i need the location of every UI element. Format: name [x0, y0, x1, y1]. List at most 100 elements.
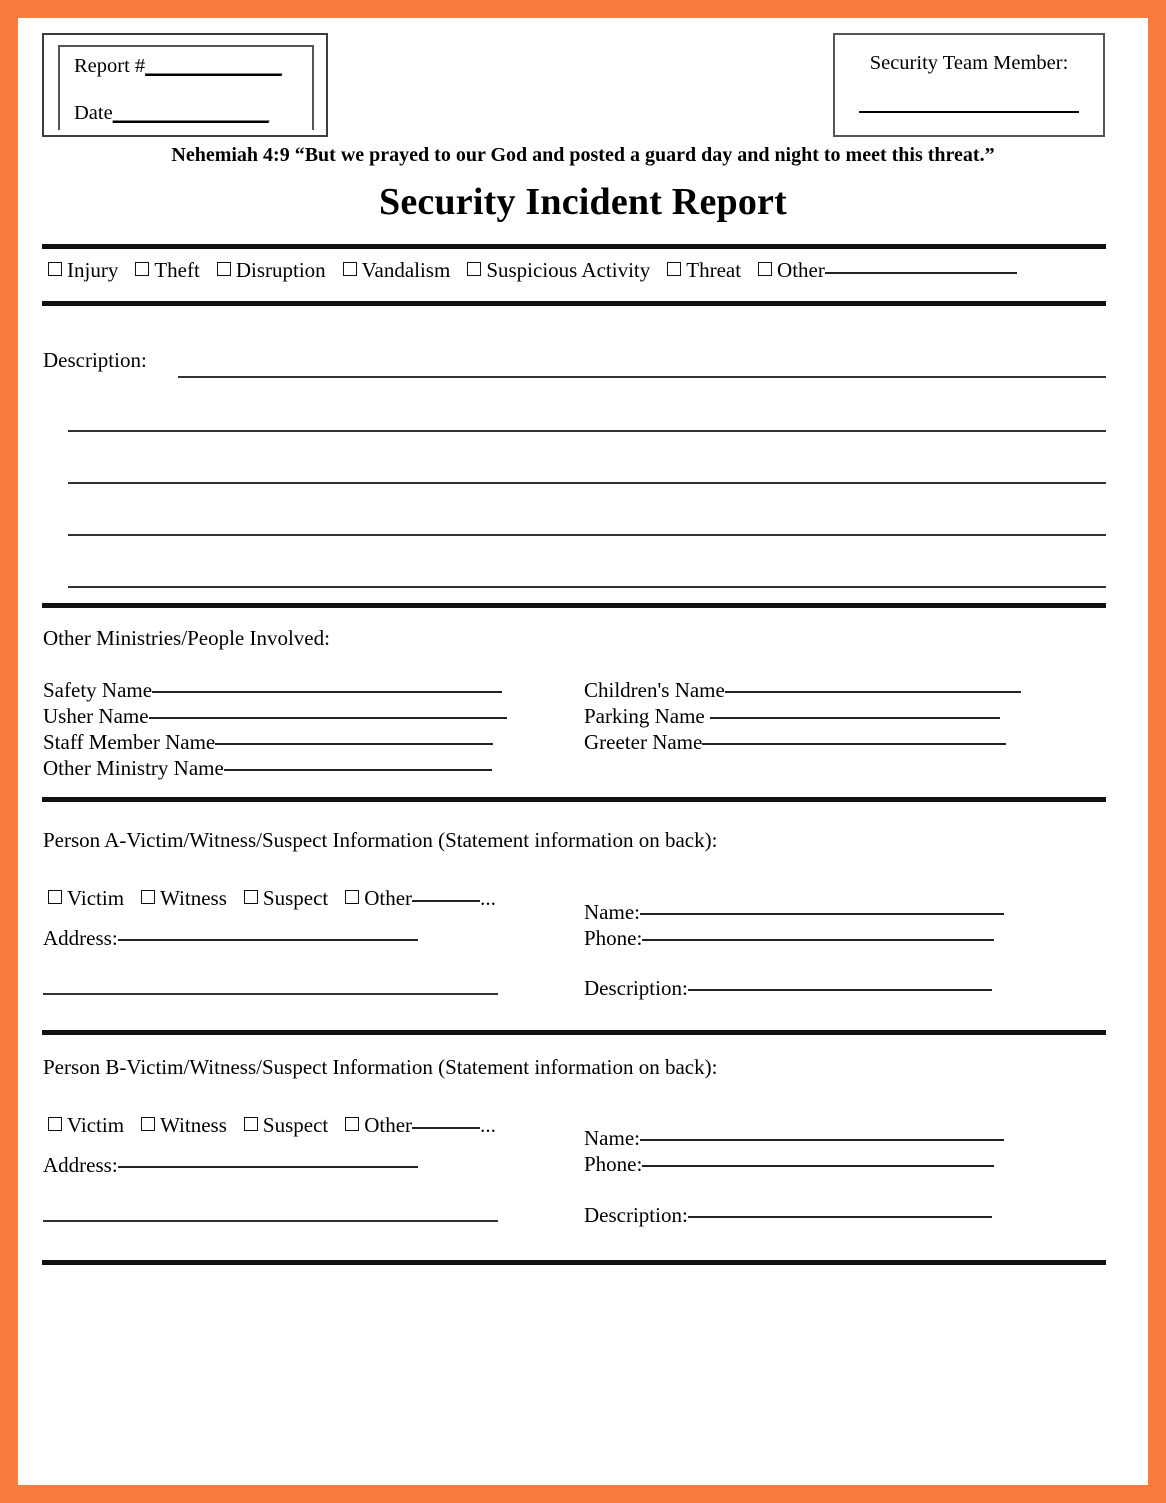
field-staff-member-name[interactable]: Staff Member Name	[43, 730, 494, 755]
checkbox-label: Witness	[160, 886, 227, 910]
person-b-other-blank[interactable]	[412, 1127, 481, 1129]
checkbox-icon[interactable]	[243, 1117, 258, 1131]
field-usher-name[interactable]: Usher Name	[43, 704, 507, 729]
checkbox-item-person-b-other[interactable]: Other...	[345, 1113, 496, 1138]
checkbox-item-vandalism[interactable]: Vandalism	[342, 258, 451, 283]
person-b-role-checkbox-row: Victim Witness Suspect Other...	[48, 1113, 568, 1138]
security-team-member-blank[interactable]	[859, 111, 1079, 113]
checkbox-item-person-a-victim[interactable]: Victim	[48, 886, 124, 911]
checkbox-icon[interactable]	[243, 890, 258, 904]
field-blank[interactable]	[709, 717, 1000, 719]
report-date-label: Date	[74, 101, 113, 124]
description-blank-4[interactable]	[68, 534, 1106, 536]
ministries-heading: Other Ministries/People Involved:	[43, 626, 330, 650]
page-title: Security Incident Report	[379, 181, 787, 223]
checkbox-label: Vandalism	[361, 258, 451, 282]
description-blank-3[interactable]	[68, 482, 1106, 484]
field-childrens-name[interactable]: Children's Name	[584, 678, 1021, 703]
person-b-heading: Person B-Victim/Witness/Suspect Informat…	[43, 1055, 718, 1079]
divider-below-person-a	[42, 1030, 1106, 1035]
field-safety-name[interactable]: Safety Name	[43, 678, 503, 703]
checkbox-item-injury[interactable]: Injury	[48, 258, 118, 283]
checkbox-item-suspicious-activity[interactable]: Suspicious Activity	[467, 258, 650, 283]
checkbox-icon[interactable]	[345, 1117, 360, 1131]
checkbox-item-theft[interactable]: Theft	[135, 258, 200, 283]
checkbox-item-person-b-witness[interactable]: Witness	[141, 1113, 227, 1138]
person-a-other-suffix: ...	[480, 886, 496, 910]
description-blank-1[interactable]	[178, 376, 1106, 378]
description-blank-2[interactable]	[68, 430, 1106, 432]
description-blank-5[interactable]	[68, 586, 1106, 588]
field-greeter-name[interactable]: Greeter Name	[584, 730, 1007, 755]
incident-type-other-blank[interactable]	[824, 272, 1017, 274]
checkbox-label: Victim	[67, 1113, 125, 1137]
field-blank[interactable]	[687, 1216, 992, 1218]
field-person-a-address[interactable]: Address:	[43, 926, 418, 951]
field-blank[interactable]	[152, 691, 503, 693]
checkbox-label: Other	[364, 886, 413, 910]
report-number-blank[interactable]: ______________	[145, 55, 282, 77]
report-number-box: Report #______________ Date_____________…	[42, 33, 328, 137]
field-blank[interactable]	[642, 939, 995, 941]
checkbox-icon[interactable]	[342, 262, 357, 276]
field-person-b-phone[interactable]: Phone:	[584, 1152, 995, 1177]
form-sheet: Report #______________ Date_____________…	[18, 18, 1148, 1485]
security-team-member-label: Security Team Member:	[869, 52, 1069, 74]
field-person-a-description[interactable]: Description:	[584, 976, 992, 1001]
checkbox-icon[interactable]	[216, 262, 231, 276]
checkbox-icon[interactable]	[667, 262, 682, 276]
checkbox-item-disruption[interactable]: Disruption	[216, 258, 326, 283]
checkbox-item-person-a-witness[interactable]: Witness	[141, 886, 227, 911]
checkbox-icon[interactable]	[141, 890, 156, 904]
field-person-a-phone[interactable]: Phone:	[584, 926, 995, 951]
field-blank[interactable]	[642, 1165, 995, 1167]
checkbox-label: Injury	[67, 258, 119, 282]
checkbox-label: Suspect	[262, 886, 329, 910]
field-blank[interactable]	[687, 989, 992, 991]
checkbox-icon[interactable]	[48, 1117, 62, 1131]
checkbox-icon[interactable]	[48, 890, 62, 904]
report-number-box-inner: Report #______________ Date_____________…	[58, 45, 314, 130]
checkbox-icon[interactable]	[48, 262, 62, 276]
field-label: Staff Member Name	[43, 730, 216, 754]
checkbox-item-person-b-suspect[interactable]: Suspect	[243, 1113, 328, 1138]
field-blank[interactable]	[724, 691, 1021, 693]
checkbox-icon[interactable]	[135, 262, 150, 276]
person-b-address-blank-2[interactable]	[43, 1220, 498, 1222]
checkbox-item-threat[interactable]: Threat	[667, 258, 741, 283]
report-date-blank[interactable]: ________________	[113, 102, 270, 124]
checkbox-icon[interactable]	[345, 890, 360, 904]
field-blank[interactable]	[117, 939, 418, 941]
field-person-b-description[interactable]: Description:	[584, 1203, 992, 1228]
field-blank[interactable]	[639, 1139, 1004, 1141]
field-person-b-name[interactable]: Name:	[584, 1126, 1004, 1151]
person-a-address-blank-2[interactable]	[43, 993, 498, 995]
field-blank[interactable]	[639, 913, 1004, 915]
field-person-a-name[interactable]: Name:	[584, 900, 1004, 925]
checkbox-icon[interactable]	[467, 262, 482, 276]
field-blank[interactable]	[223, 769, 492, 771]
field-parking-name[interactable]: Parking Name	[584, 704, 1000, 729]
person-a-role-checkbox-row: Victim Witness Suspect Other...	[48, 886, 568, 911]
report-number-field[interactable]: Report #______________	[74, 56, 312, 77]
person-a-other-blank[interactable]	[412, 900, 481, 902]
checkbox-label: Suspicious Activity	[486, 258, 651, 282]
checkbox-item-other[interactable]: Other	[758, 258, 1017, 283]
incident-type-checkbox-row: Injury Theft Disruption Vandalism Suspicious…	[48, 258, 1118, 283]
field-blank[interactable]	[702, 743, 1007, 745]
checkbox-item-person-a-other[interactable]: Other...	[345, 886, 496, 911]
field-label: Safety Name	[43, 678, 153, 702]
checkbox-item-person-b-victim[interactable]: Victim	[48, 1113, 124, 1138]
field-person-b-address[interactable]: Address:	[43, 1153, 418, 1178]
field-blank[interactable]	[117, 1166, 418, 1168]
report-date-field[interactable]: Date________________	[74, 101, 312, 124]
field-blank[interactable]	[148, 717, 507, 719]
checkbox-icon[interactable]	[141, 1117, 156, 1131]
field-other-ministry-name[interactable]: Other Ministry Name	[43, 756, 492, 781]
field-label: Phone:	[584, 1152, 643, 1176]
field-label: Address:	[43, 926, 118, 950]
divider-below-ministries	[42, 797, 1106, 802]
checkbox-icon[interactable]	[758, 262, 773, 276]
field-blank[interactable]	[215, 743, 494, 745]
checkbox-item-person-a-suspect[interactable]: Suspect	[243, 886, 329, 911]
